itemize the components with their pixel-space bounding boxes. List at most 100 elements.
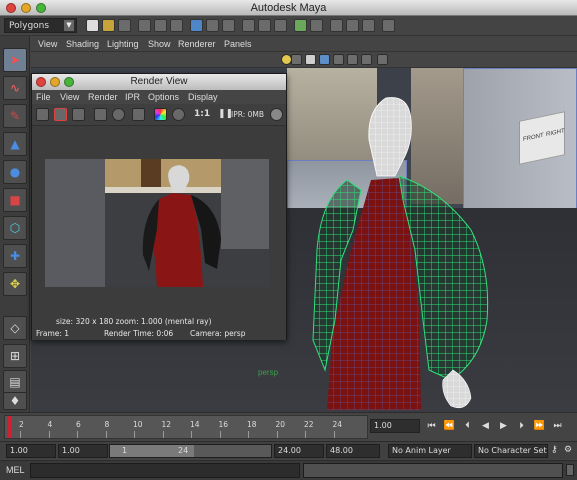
step-back-frame-button[interactable]: ⏴	[461, 419, 474, 433]
grid-icon[interactable]	[377, 54, 388, 65]
viewport-menu-lighting[interactable]: Lighting	[107, 39, 139, 49]
time-tick-label: 2	[19, 420, 24, 429]
rv-menu-options[interactable]: Options	[148, 92, 179, 102]
playback-start-field[interactable]: 1.00	[58, 444, 108, 458]
layout-persp-outliner-button[interactable]: ▤	[3, 370, 27, 394]
snap-curve-icon[interactable]	[258, 19, 271, 32]
rv-menu-ipr[interactable]: IPR	[125, 92, 140, 102]
snapshot-icon[interactable]	[72, 108, 85, 121]
open-scene-icon[interactable]	[102, 19, 115, 32]
redo-render-icon[interactable]	[36, 108, 49, 121]
command-input-field[interactable]	[30, 463, 300, 478]
move-tool-button[interactable]: ▲	[3, 132, 27, 156]
main-title-bar: Autodesk Maya	[0, 0, 577, 16]
range-slider-bar[interactable]: 1 24	[109, 444, 272, 458]
four-view-icon: ⊞	[9, 349, 21, 363]
attribute-editor-icon[interactable]	[346, 19, 359, 32]
rgb-channels-icon[interactable]	[154, 108, 167, 121]
animation-end-field[interactable]: 48.00	[326, 444, 380, 458]
wireframe-icon[interactable]	[305, 54, 316, 65]
viewport-menu-view[interactable]: View	[38, 39, 57, 49]
rv-menu-view[interactable]: View	[60, 92, 79, 102]
render-view-window[interactable]: Render View File View Render IPR Options…	[31, 73, 287, 340]
key-icon[interactable]: ⚷	[551, 445, 558, 455]
smooth-shade-icon[interactable]	[319, 54, 330, 65]
select-by-object-icon[interactable]	[154, 19, 167, 32]
playback-end-field[interactable]: 24.00	[274, 444, 324, 458]
rv-menu-render[interactable]: Render	[88, 92, 118, 102]
animation-start-field[interactable]: 1.00	[6, 444, 56, 458]
time-tick-mark	[276, 431, 278, 438]
scale-tool-button[interactable]: ■	[3, 188, 27, 212]
select-by-hierarchy-icon[interactable]	[138, 19, 151, 32]
textured-icon[interactable]	[333, 54, 344, 65]
time-tick-label: 6	[76, 420, 81, 429]
rv-menu-file[interactable]: File	[36, 92, 51, 102]
script-editor-icon[interactable]	[566, 464, 574, 476]
select-tool-button[interactable]: ➤	[3, 48, 27, 72]
layout-four-button[interactable]: ⊞	[3, 344, 27, 368]
snap-point-icon[interactable]	[274, 19, 287, 32]
new-scene-icon[interactable]	[86, 19, 99, 32]
time-tick-mark	[162, 431, 164, 438]
ipr-render-icon[interactable]	[206, 19, 219, 32]
ratio-button[interactable]: 1:1	[194, 109, 210, 119]
viewport-menu-show[interactable]: Show	[148, 39, 171, 49]
current-time-marker[interactable]	[8, 416, 11, 438]
refresh-icon[interactable]	[112, 108, 125, 121]
outliner-icon[interactable]	[382, 19, 395, 32]
current-frame-field[interactable]: 1.00	[370, 419, 420, 433]
anim-layer-dropdown[interactable]: No Anim Layer	[388, 444, 472, 458]
viewport-toolbar	[31, 52, 577, 68]
soft-mod-tool-button[interactable]: ✚	[3, 244, 27, 268]
viewport-menu-panels[interactable]: Panels	[224, 39, 252, 49]
time-ruler[interactable]: 2 4 6 8 10 12 14 16 18 20 22 24	[4, 415, 368, 439]
render-view-canvas[interactable]: size: 320 x 180 zoom: 1.000 (mental ray)…	[32, 126, 286, 340]
tool-settings-icon[interactable]	[362, 19, 375, 32]
layout-custom-button[interactable]: ♦	[3, 392, 27, 410]
character-set-dropdown[interactable]: No Character Set	[474, 444, 548, 458]
play-backwards-button[interactable]: ◀	[479, 419, 492, 433]
step-back-key-button[interactable]: ⏪	[443, 419, 456, 433]
command-language-label[interactable]: MEL	[6, 465, 25, 475]
play-forwards-button[interactable]: ▶	[497, 419, 510, 433]
snap-grid-icon[interactable]	[242, 19, 255, 32]
history-icon[interactable]	[294, 19, 307, 32]
render-current-frame-icon[interactable]	[190, 19, 203, 32]
lasso-tool-button[interactable]: ∿	[3, 76, 27, 100]
paint-select-tool-button[interactable]: ✎	[3, 104, 27, 128]
go-to-end-button[interactable]: ⏭	[551, 419, 564, 433]
isolate-select-icon[interactable]	[347, 54, 358, 65]
command-result-field	[303, 463, 563, 478]
manipulator-tool-button[interactable]: ⬡	[3, 216, 27, 240]
rotate-tool-button[interactable]: ●	[3, 160, 27, 184]
ipr-icon[interactable]	[94, 108, 107, 121]
range-end-label: 24	[178, 446, 189, 455]
mannequin-hand	[442, 369, 472, 409]
select-by-component-icon[interactable]	[170, 19, 183, 32]
viewcube-front-label: FRONT	[523, 132, 544, 144]
render-region-icon[interactable]	[54, 108, 67, 121]
rv-menu-display[interactable]: Display	[188, 92, 218, 102]
xray-icon[interactable]	[361, 54, 372, 65]
show-manipulator-button[interactable]: ✥	[3, 272, 27, 296]
mannequin-model[interactable]	[291, 80, 511, 412]
alpha-channel-icon[interactable]	[172, 108, 185, 121]
save-scene-icon[interactable]	[118, 19, 131, 32]
go-to-start-button[interactable]: ⏮	[425, 419, 438, 433]
menu-set-dropdown[interactable]: Polygons ▼	[4, 18, 77, 33]
time-tick-label: 4	[47, 420, 53, 429]
step-forward-frame-button[interactable]: ⏵	[515, 419, 528, 433]
viewport-menu-renderer[interactable]: Renderer	[178, 39, 216, 49]
channel-box-icon[interactable]	[330, 19, 343, 32]
camera-attributes-icon[interactable]	[291, 54, 302, 65]
viewport-menu-shading[interactable]: Shading	[66, 39, 99, 49]
construction-history-icon[interactable]	[310, 19, 323, 32]
step-forward-key-button[interactable]: ⏩	[533, 419, 546, 433]
default-light-icon[interactable]	[281, 54, 292, 65]
rotate-icon: ●	[9, 165, 21, 179]
preferences-icon[interactable]: ⚙	[564, 445, 572, 455]
layout-single-button[interactable]: ◇	[3, 316, 27, 340]
frame-icon[interactable]	[132, 108, 145, 121]
render-settings-icon[interactable]	[222, 19, 235, 32]
